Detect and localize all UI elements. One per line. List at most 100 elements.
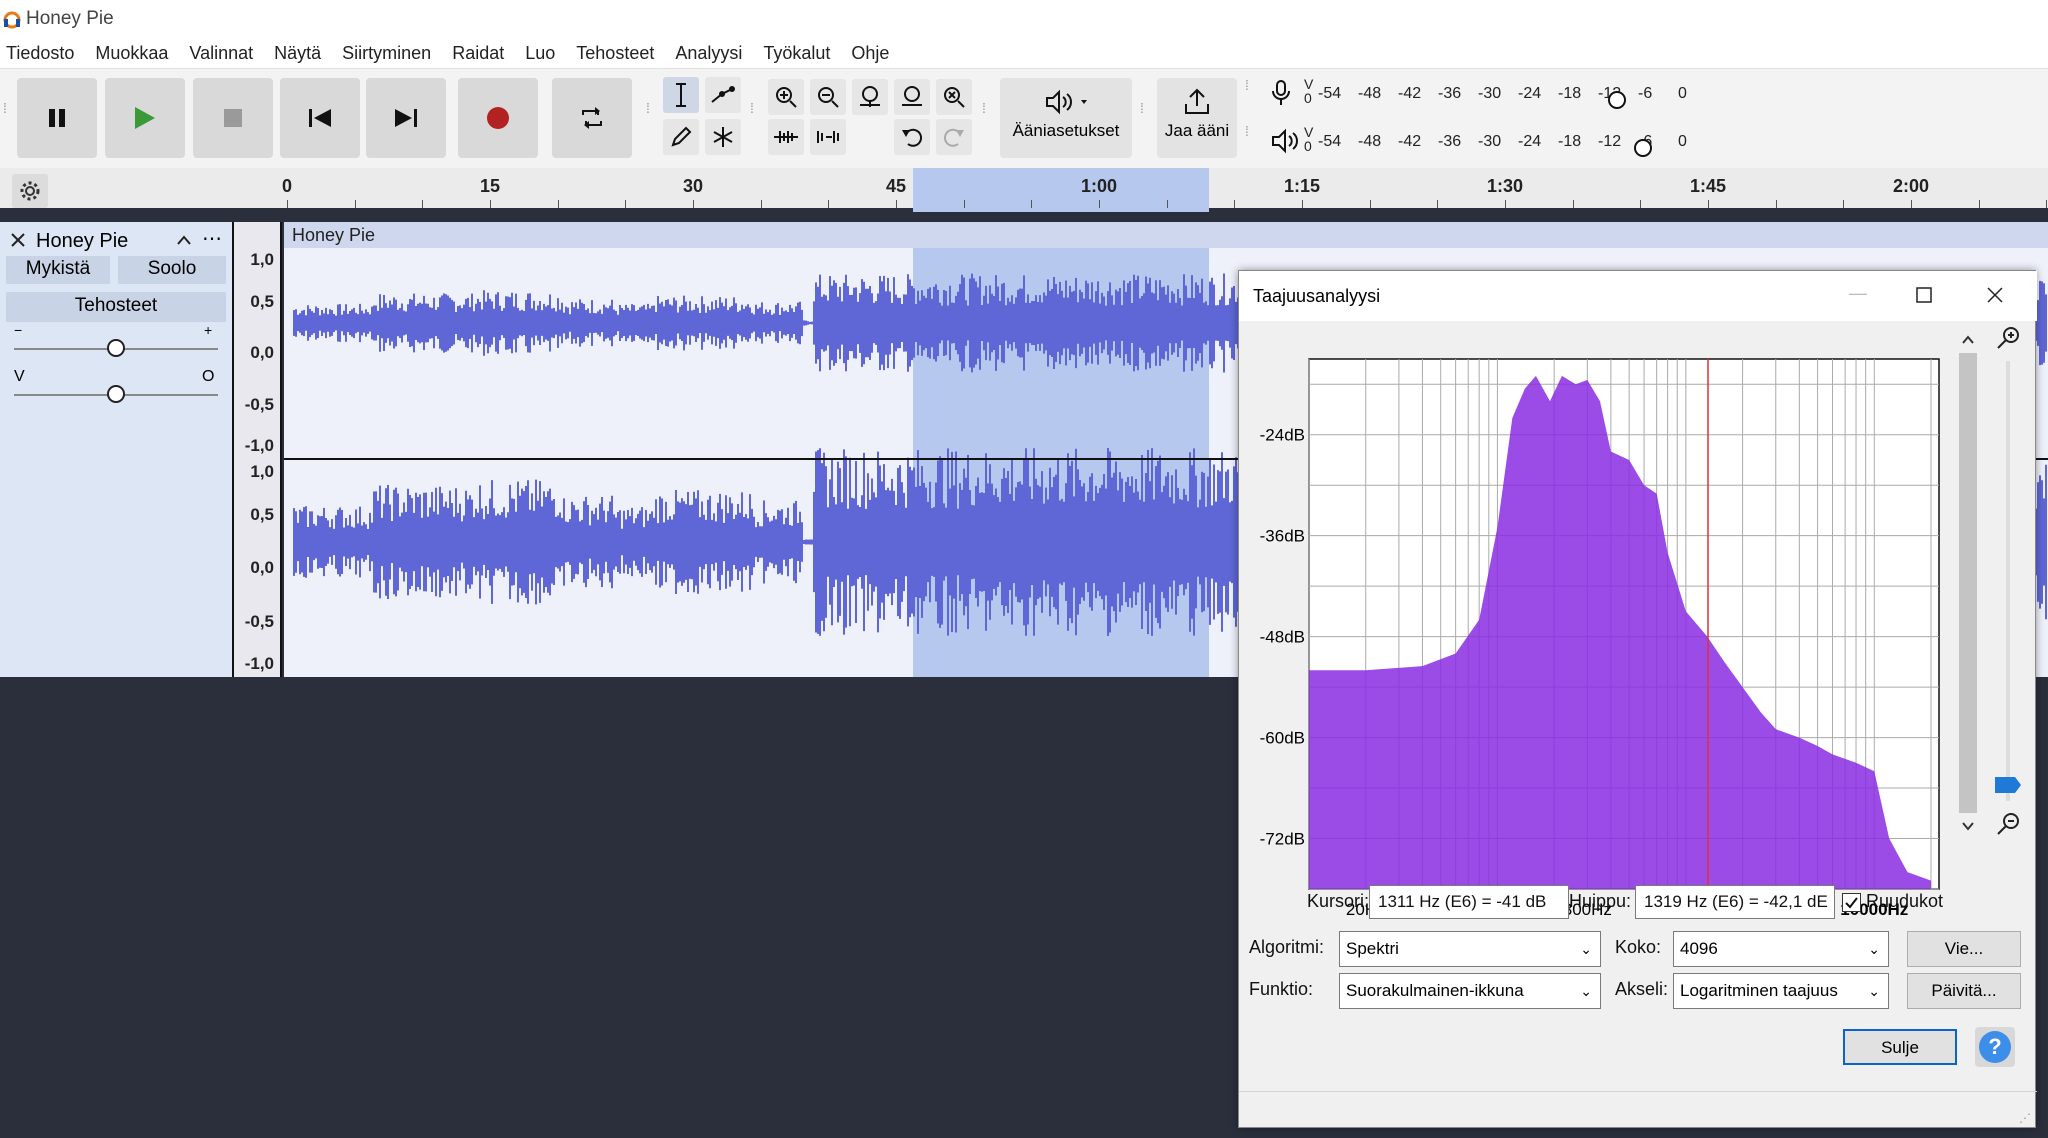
menu-transport[interactable]: Siirtyminen — [342, 43, 431, 64]
close-button[interactable]: Sulje — [1843, 1029, 1957, 1065]
algorithm-select[interactable]: Spektri ⌄ — [1339, 931, 1601, 967]
toolbar-grip[interactable]: ⁞ — [982, 101, 990, 134]
solo-button[interactable]: Soolo — [118, 256, 226, 284]
mute-button[interactable]: Mykistä — [6, 256, 110, 284]
toolbar-grip[interactable]: ⁞ — [1245, 78, 1253, 111]
toolbar-grip[interactable]: ⁞ — [3, 101, 11, 134]
record-button[interactable] — [458, 78, 538, 158]
close-icon[interactable] — [1987, 287, 2003, 303]
menu-edit[interactable]: Muokkaa — [95, 43, 168, 64]
playback-meter[interactable]: V 0 -54-48-42-36-30-24-18-12-60 — [1270, 124, 1687, 160]
function-select[interactable]: Suorakulmainen-ikkuna ⌄ — [1339, 973, 1601, 1009]
meter-tick-label: -36 — [1438, 133, 1462, 150]
collapse-track-icon[interactable] — [176, 234, 192, 246]
refresh-button[interactable]: Päivitä... — [1907, 973, 2021, 1009]
timeline-settings-button[interactable] — [12, 174, 48, 208]
skip-start-button[interactable] — [280, 78, 360, 158]
vertical-scrollbar[interactable] — [1959, 353, 1977, 813]
play-button[interactable] — [105, 78, 185, 158]
meter-tick-label: -24 — [1518, 133, 1542, 150]
zoom-slider-track[interactable] — [2006, 361, 2010, 801]
menu-view[interactable]: Näytä — [274, 43, 321, 64]
export-button[interactable]: Vie... — [1907, 931, 2021, 967]
peak-value-field[interactable]: 1319 Hz (E6) = -42,1 dE — [1635, 885, 1835, 919]
zoom-slider-thumb[interactable] — [1993, 775, 2023, 795]
zoom-out-icon[interactable] — [1995, 811, 2021, 837]
undo-button[interactable] — [894, 119, 930, 155]
toolbar-grip[interactable]: ⁞ — [1245, 124, 1253, 157]
grids-label: Ruudukot — [1866, 891, 1944, 911]
close-track-icon[interactable] — [10, 232, 26, 248]
pan-left-label: V — [14, 368, 25, 385]
menu-tools[interactable]: Työkalut — [763, 43, 830, 64]
skip-end-button[interactable] — [366, 78, 446, 158]
size-select[interactable]: 4096 ⌄ — [1673, 931, 1889, 967]
record-meter-slider-thumb[interactable] — [1606, 89, 1628, 111]
audio-setup-button[interactable]: Ääniasetukset — [1000, 78, 1132, 158]
menu-bar: Tiedosto Muokkaa Valinnat Näytä Siirtymi… — [0, 38, 2048, 68]
meter-tick-label: -18 — [1558, 133, 1582, 150]
scroll-up-icon[interactable] — [1961, 333, 1975, 347]
toolbar-grip[interactable]: ⁞ — [750, 101, 758, 134]
speaker-icon — [1270, 127, 1298, 160]
track-effects-button[interactable]: Tehosteet — [6, 292, 226, 322]
clip-title-bar[interactable]: Honey Pie — [284, 222, 2048, 248]
meter-tick-label: -54 — [1318, 133, 1342, 150]
zoom-out-button[interactable] — [810, 79, 846, 115]
menu-analyze[interactable]: Analyysi — [675, 43, 742, 64]
pause-button[interactable] — [17, 78, 97, 158]
menu-effect[interactable]: Tehosteet — [576, 43, 654, 64]
ruler-label: 1:45 — [1689, 176, 1727, 196]
share-audio-button[interactable]: Jaa ääni — [1157, 78, 1237, 158]
menu-tracks[interactable]: Raidat — [452, 43, 504, 64]
trim-outside-button[interactable] — [768, 119, 804, 155]
envelope-tool[interactable] — [705, 77, 741, 113]
minimize-icon[interactable]: — — [1849, 283, 1867, 304]
spectrum-chart[interactable]: -24dB-36dB-48dB-60dB-72dB20Hz40Hz100Hz30… — [1239, 321, 1979, 931]
menu-select[interactable]: Valinnat — [189, 43, 253, 64]
meter-tick-label: -24 — [1518, 85, 1542, 102]
playback-meter-slider-thumb[interactable] — [1632, 137, 1654, 159]
help-button[interactable]: ? — [1975, 1027, 2015, 1067]
chevron-down-icon: ⌄ — [1580, 983, 1592, 999]
resize-grip-icon[interactable]: ⋰ — [2019, 1111, 2031, 1125]
envelope-icon — [711, 86, 735, 103]
scroll-down-icon[interactable] — [1961, 819, 1975, 833]
draw-tool[interactable] — [663, 119, 699, 155]
cursor-value-field[interactable]: 1311 Hz (E6) = -41 dB — [1369, 885, 1569, 919]
menu-file[interactable]: Tiedosto — [6, 43, 74, 64]
ruler-tick — [761, 200, 762, 208]
toolbar-grip[interactable]: ⁞ — [646, 101, 654, 134]
axis-select[interactable]: Logaritminen taajuus ⌄ — [1673, 973, 1889, 1009]
gain-slider-thumb[interactable] — [106, 338, 126, 358]
track-name[interactable]: Honey Pie — [36, 230, 128, 253]
pan-slider-thumb[interactable] — [106, 384, 126, 404]
stop-button[interactable] — [193, 78, 273, 158]
zoom-out-icon — [818, 87, 839, 108]
scale-label: 0,5 — [250, 505, 274, 524]
playback-meter-channels: V 0 — [1304, 124, 1314, 154]
menu-help[interactable]: Ohje — [851, 43, 889, 64]
ruler-label: 45 — [885, 176, 907, 196]
menu-generate[interactable]: Luo — [525, 43, 555, 64]
axis-value: Logaritminen taajuus — [1680, 981, 1838, 1000]
selection-tool[interactable] — [663, 77, 699, 113]
zoom-in-icon[interactable] — [1995, 325, 2021, 351]
toolbar-grip[interactable]: ⁞ — [1140, 101, 1148, 134]
track-menu-icon[interactable]: ⋯ — [202, 226, 222, 251]
meter-tick-label: -30 — [1478, 85, 1502, 102]
multi-tool[interactable] — [705, 119, 741, 155]
loop-button[interactable] — [552, 78, 632, 158]
redo-button[interactable] — [936, 119, 972, 155]
fit-project-button[interactable] — [894, 79, 930, 115]
grids-checkbox[interactable] — [1842, 893, 1861, 912]
zoom-in-button[interactable] — [768, 79, 804, 115]
redo-icon — [943, 128, 964, 147]
meter-tick-label: -54 — [1318, 85, 1342, 102]
maximize-icon[interactable] — [1916, 287, 1932, 303]
zoom-toggle-button[interactable] — [936, 79, 972, 115]
timeline-ruler[interactable]: 0 15 30 45 1:00 1:15 1:30 1:45 2:00 — [0, 168, 2048, 212]
fit-selection-button[interactable] — [852, 79, 888, 115]
record-meter[interactable]: V 0 -54 -48 -42 -36 -30 -24 -18 -12 -6 0 — [1270, 77, 1687, 111]
silence-selection-button[interactable] — [810, 119, 846, 155]
